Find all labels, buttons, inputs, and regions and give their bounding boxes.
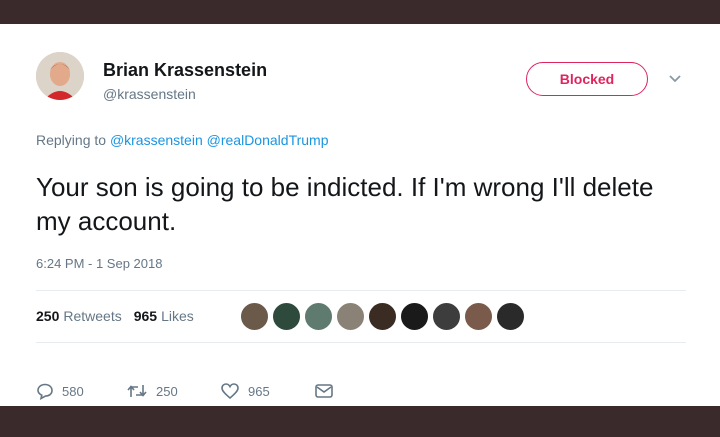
liker-avatar[interactable] <box>240 302 269 331</box>
chevron-down-icon[interactable] <box>666 72 684 86</box>
reply-mention-realdonaldtrump[interactable]: @realDonaldTrump <box>207 132 329 148</box>
liker-avatar[interactable] <box>368 302 397 331</box>
envelope-icon[interactable] <box>314 383 334 399</box>
retweets-label: Retweets <box>63 308 122 324</box>
retweets-stat[interactable]: 250 Retweets <box>36 308 122 324</box>
tweet-text: Your son is going to be indicted. If I'm… <box>36 172 654 236</box>
like-action[interactable]: 965 <box>220 382 314 400</box>
reply-count: 580 <box>62 383 84 399</box>
retweet-icon[interactable] <box>126 382 148 400</box>
replying-to: Replying to @krassenstein @realDonaldTru… <box>36 132 329 148</box>
author-name[interactable]: Brian Krassenstein <box>103 60 267 81</box>
replying-prefix: Replying to <box>36 132 107 148</box>
tweet-timestamp[interactable]: 6:24 PM - 1 Sep 2018 <box>36 256 162 271</box>
retweet-action[interactable]: 250 <box>126 382 220 400</box>
reply-mention-krassenstein[interactable]: @krassenstein <box>110 132 203 148</box>
liker-avatar[interactable] <box>496 302 525 331</box>
liker-avatar[interactable] <box>272 302 301 331</box>
like-count: 965 <box>248 383 270 399</box>
likes-stat[interactable]: 965 Likes <box>134 308 194 324</box>
direct-message-action[interactable] <box>314 383 334 399</box>
retweet-count: 250 <box>156 383 178 399</box>
author-avatar[interactable] <box>36 52 84 100</box>
liker-avatar[interactable] <box>464 302 493 331</box>
tweet-actions: 580 250 965 <box>36 382 334 400</box>
likes-label: Likes <box>161 308 194 324</box>
blocked-button[interactable]: Blocked <box>526 62 648 96</box>
liker-avatar[interactable] <box>432 302 461 331</box>
reply-icon[interactable] <box>36 382 54 400</box>
divider <box>36 290 686 291</box>
engagement-stats: 250 Retweets 965 Likes <box>36 304 194 328</box>
tweet-card: Brian Krassenstein @krassenstein Blocked… <box>0 24 720 406</box>
reply-action[interactable]: 580 <box>36 382 126 400</box>
liker-avatar[interactable] <box>304 302 333 331</box>
heart-icon[interactable] <box>220 382 240 400</box>
liker-avatar[interactable] <box>400 302 429 331</box>
divider <box>36 342 686 343</box>
likes-count: 965 <box>133 308 158 324</box>
author-handle[interactable]: @krassenstein <box>103 86 196 102</box>
retweets-count: 250 <box>36 308 60 324</box>
likers-avatars <box>240 302 525 331</box>
liker-avatar[interactable] <box>336 302 365 331</box>
